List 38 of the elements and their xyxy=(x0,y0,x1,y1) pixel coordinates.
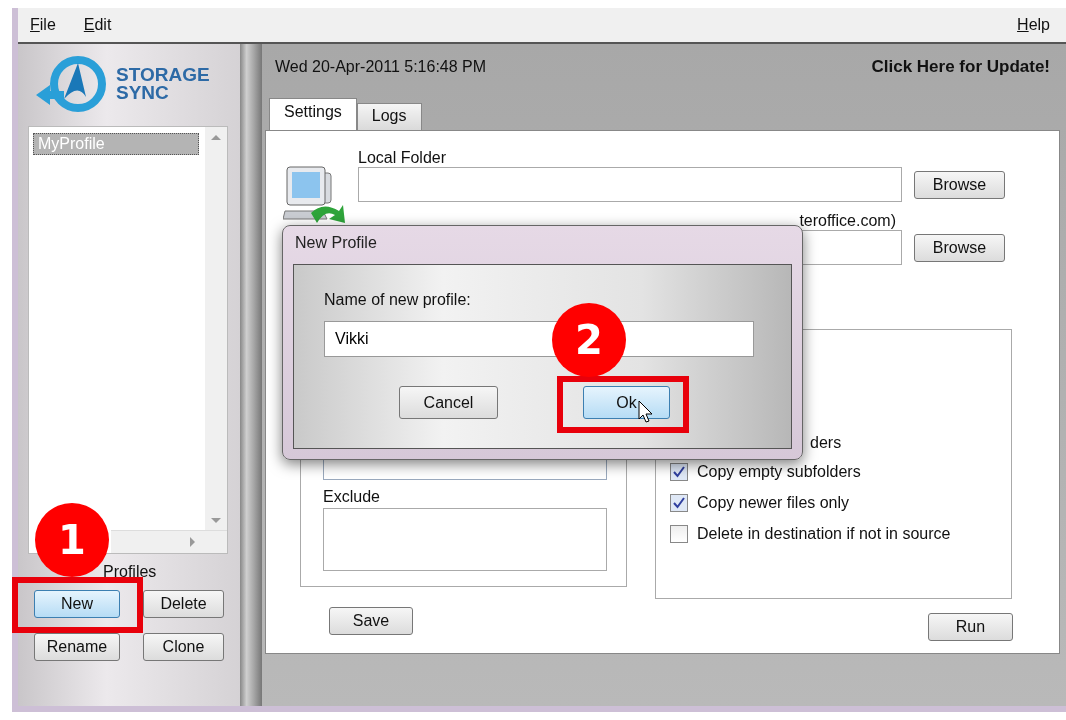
menu-item[interactable]: Edit xyxy=(83,16,112,34)
option-label: Delete in destination if not in source xyxy=(697,525,951,543)
remote-folder-label: teroffice.com) xyxy=(799,212,896,230)
option-label: Copy empty subfolders xyxy=(697,463,861,481)
menu-item[interactable]: File xyxy=(30,16,56,34)
splitter[interactable] xyxy=(240,44,262,706)
browse-button[interactable]: Browse xyxy=(914,170,1005,199)
profile-button[interactable]: Clone xyxy=(143,633,224,661)
profiles-label: Profiles xyxy=(103,563,157,581)
option-label: ders xyxy=(810,434,843,452)
scroll-bar[interactable] xyxy=(205,127,227,531)
local-folder-field[interactable] xyxy=(358,167,902,202)
menu-item[interactable]: Help xyxy=(1017,16,1050,34)
tab[interactable]: Logs xyxy=(356,103,422,130)
option-label: Copy newer files only xyxy=(697,494,850,512)
logo-text: SYNC xyxy=(116,84,170,102)
date-time: Wed 20-Apr-2011 5:16:48 PM xyxy=(275,58,487,76)
profile-button[interactable]: Delete xyxy=(143,590,224,618)
profile-button[interactable]: Rename xyxy=(34,633,120,661)
tab[interactable]: Settings xyxy=(269,98,357,130)
dialog-button[interactable]: Cancel xyxy=(399,386,498,419)
update-link[interactable]: Click Here for Update! xyxy=(871,57,1050,77)
exclude-field[interactable] xyxy=(323,508,607,571)
run-button[interactable]: Run xyxy=(928,613,1013,641)
profile-button[interactable]: New xyxy=(34,590,120,618)
profile-name-label: Name of new profile: xyxy=(324,291,472,309)
save-button[interactable]: Save xyxy=(329,607,413,635)
exclude-label: Exclude xyxy=(323,488,381,506)
local-folder-label: Local Folder xyxy=(358,149,448,167)
logo-text: STORAGE xyxy=(116,66,210,84)
dialog-title: New Profile xyxy=(294,234,377,253)
pointer-cursor-icon xyxy=(638,400,654,424)
checkbox[interactable] xyxy=(670,525,688,543)
dialog-button[interactable]: Ok xyxy=(583,386,670,419)
checkbox[interactable] xyxy=(670,494,688,512)
scroll-bar[interactable] xyxy=(111,530,227,553)
browse-button[interactable]: Browse xyxy=(914,233,1005,262)
checkbox[interactable] xyxy=(670,463,688,481)
